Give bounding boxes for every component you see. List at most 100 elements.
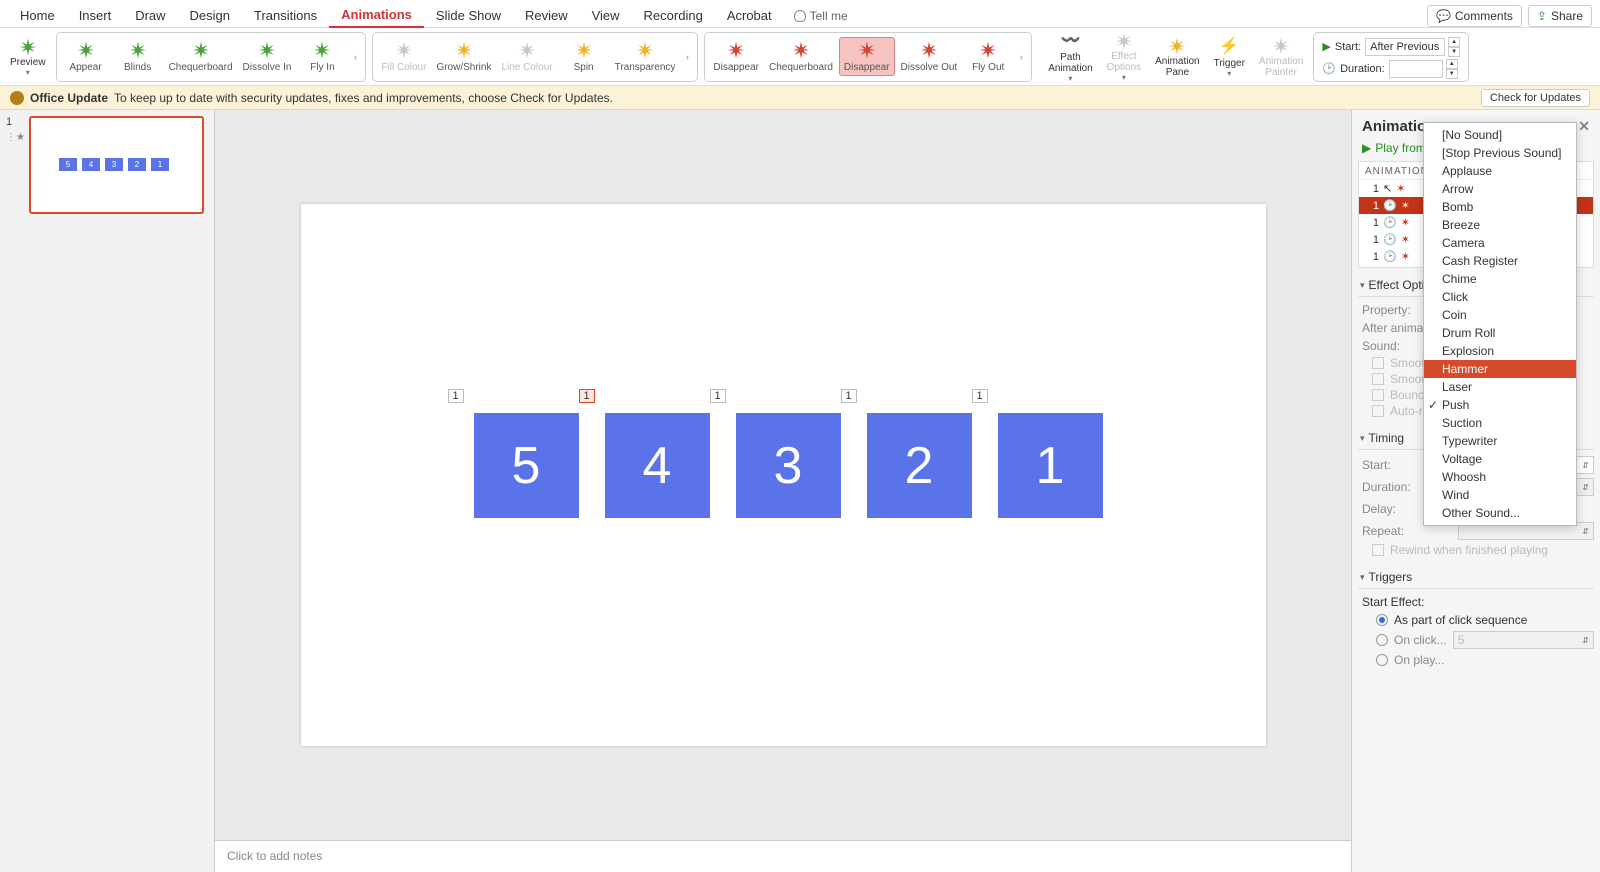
sound-option[interactable]: Arrow (1424, 180, 1576, 198)
tell-me[interactable]: Tell me (784, 5, 858, 27)
sound-option[interactable]: Whoosh (1424, 468, 1576, 486)
anim-transparency[interactable]: Transparency (611, 38, 680, 75)
tab-review[interactable]: Review (513, 4, 580, 27)
shape-5[interactable]: 5 (474, 413, 579, 518)
anim-dissolve-out[interactable]: Dissolve Out (897, 38, 962, 75)
sound-option[interactable]: Coin (1424, 306, 1576, 324)
effect-icon: ✶ (1401, 199, 1410, 212)
sound-option[interactable]: Chime (1424, 270, 1576, 288)
comments-button[interactable]: 💬Comments (1427, 5, 1522, 27)
tab-draw[interactable]: Draw (123, 4, 177, 27)
share-button[interactable]: ⇪Share (1528, 5, 1592, 27)
duration-field[interactable] (1389, 60, 1443, 78)
anim-flyout[interactable]: Fly Out (963, 38, 1013, 75)
tab-slideshow[interactable]: Slide Show (424, 4, 513, 27)
sound-option[interactable]: Explosion (1424, 342, 1576, 360)
sound-option[interactable]: [Stop Previous Sound] (1424, 144, 1576, 162)
warning-icon (10, 91, 24, 105)
tab-recording[interactable]: Recording (632, 4, 715, 27)
sound-option[interactable]: Other Sound... (1424, 504, 1576, 522)
start-down[interactable]: ▼ (1448, 47, 1460, 57)
start-dropdown[interactable]: After Previous (1365, 38, 1445, 56)
sound-option[interactable]: Push (1424, 396, 1576, 414)
radio-onclick[interactable] (1376, 634, 1388, 646)
tab-acrobat[interactable]: Acrobat (715, 4, 784, 27)
sound-option[interactable]: Typewriter (1424, 432, 1576, 450)
sound-option[interactable]: Camera (1424, 234, 1576, 252)
smooth-start-checkbox[interactable] (1372, 357, 1384, 369)
preview-button[interactable]: Preview ▾ (6, 35, 50, 79)
slide-thumbnail-1[interactable]: 5 4 3 2 1 (29, 116, 204, 214)
start-up[interactable]: ▲ (1448, 37, 1460, 47)
sound-option[interactable]: Laser (1424, 378, 1576, 396)
anim-grow[interactable]: Grow/Shrink (432, 38, 495, 75)
tab-home[interactable]: Home (8, 4, 67, 27)
path-animation-button[interactable]: 〰️Path Animation▾ (1044, 28, 1096, 85)
anim-chequer-out[interactable]: Chequerboard (765, 38, 837, 75)
rewind-checkbox[interactable] (1372, 544, 1384, 556)
radio-onplay[interactable] (1376, 654, 1388, 666)
exit-more[interactable]: › (1015, 52, 1027, 62)
sound-option[interactable]: Drum Roll (1424, 324, 1576, 342)
duration-down[interactable]: ▼ (1446, 69, 1458, 79)
sound-option[interactable]: Applause (1424, 162, 1576, 180)
anim-tag-selected[interactable]: 1 (579, 389, 595, 403)
sound-option[interactable]: [No Sound] (1424, 126, 1576, 144)
anim-disappear[interactable]: Disappear (709, 38, 763, 75)
auto-reverse-checkbox[interactable] (1372, 405, 1384, 417)
entrance-more[interactable]: › (349, 52, 361, 62)
sound-option[interactable]: Wind (1424, 486, 1576, 504)
entrance-group: Appear Blinds Chequerboard Dissolve In F… (56, 32, 367, 82)
bounce-end-checkbox[interactable] (1372, 389, 1384, 401)
shape-2[interactable]: 2 (867, 413, 972, 518)
tab-view[interactable]: View (580, 4, 632, 27)
anim-flyin[interactable]: Fly In (297, 38, 347, 75)
shape-1[interactable]: 1 (998, 413, 1103, 518)
sound-dropdown-menu[interactable]: [No Sound][Stop Previous Sound]ApplauseA… (1423, 122, 1577, 526)
triggers-header[interactable]: ▾Triggers (1358, 566, 1594, 589)
duration-up[interactable]: ▲ (1446, 59, 1458, 69)
trigger-button[interactable]: ⚡Trigger▾ (1210, 34, 1249, 80)
shape-4[interactable]: 4 (605, 413, 710, 518)
effect-icon: ✶ (1401, 250, 1410, 263)
sound-option[interactable]: Hammer (1424, 360, 1576, 378)
sound-option[interactable]: Suction (1424, 414, 1576, 432)
shape-3[interactable]: 3 (736, 413, 841, 518)
editor: 15 14 13 12 11 Click to add notes (215, 110, 1351, 872)
tab-animations[interactable]: Animations (329, 3, 424, 28)
anim-tag[interactable]: 1 (710, 389, 726, 403)
tab-design[interactable]: Design (178, 4, 242, 27)
effect-options-button[interactable]: Effect Options▾ (1103, 29, 1145, 84)
sound-option[interactable]: Voltage (1424, 450, 1576, 468)
anim-fillcolor[interactable]: Fill Colour (377, 38, 430, 75)
smooth-end-checkbox[interactable] (1372, 373, 1384, 385)
sound-option[interactable]: Bomb (1424, 198, 1576, 216)
animation-pane-button[interactable]: Animation Pane (1151, 34, 1203, 80)
close-pane-button[interactable]: ✕ (1578, 118, 1590, 135)
duration-label: Duration: (1340, 63, 1385, 75)
emphasis-more[interactable]: › (681, 52, 693, 62)
slide-canvas[interactable]: 15 14 13 12 11 (301, 204, 1266, 746)
sound-option[interactable]: Breeze (1424, 216, 1576, 234)
tab-insert[interactable]: Insert (67, 4, 124, 27)
sound-option[interactable]: Click (1424, 288, 1576, 306)
notes-area[interactable]: Click to add notes (215, 840, 1351, 872)
anim-linecolor[interactable]: Line Colour (497, 38, 556, 75)
anim-tag[interactable]: 1 (448, 389, 464, 403)
anim-appear[interactable]: Appear (61, 38, 111, 75)
anim-disappear-sel[interactable]: Disappear (839, 37, 895, 76)
animation-painter-button[interactable]: Animation Painter (1255, 34, 1307, 80)
mini-box: 5 (59, 158, 77, 171)
anim-chequer-in[interactable]: Chequerboard (165, 38, 237, 75)
anim-blinds[interactable]: Blinds (113, 38, 163, 75)
onclick-field[interactable]: 5⇵ (1453, 631, 1594, 649)
check-updates-button[interactable]: Check for Updates (1481, 89, 1590, 107)
anim-tag[interactable]: 1 (972, 389, 988, 403)
anim-spin[interactable]: Spin (559, 38, 609, 75)
clock-icon: 🕑 (1383, 199, 1397, 212)
anim-dissolve-in[interactable]: Dissolve In (239, 38, 296, 75)
sound-option[interactable]: Cash Register (1424, 252, 1576, 270)
radio-sequence[interactable] (1376, 614, 1388, 626)
tab-transitions[interactable]: Transitions (242, 4, 329, 27)
anim-tag[interactable]: 1 (841, 389, 857, 403)
